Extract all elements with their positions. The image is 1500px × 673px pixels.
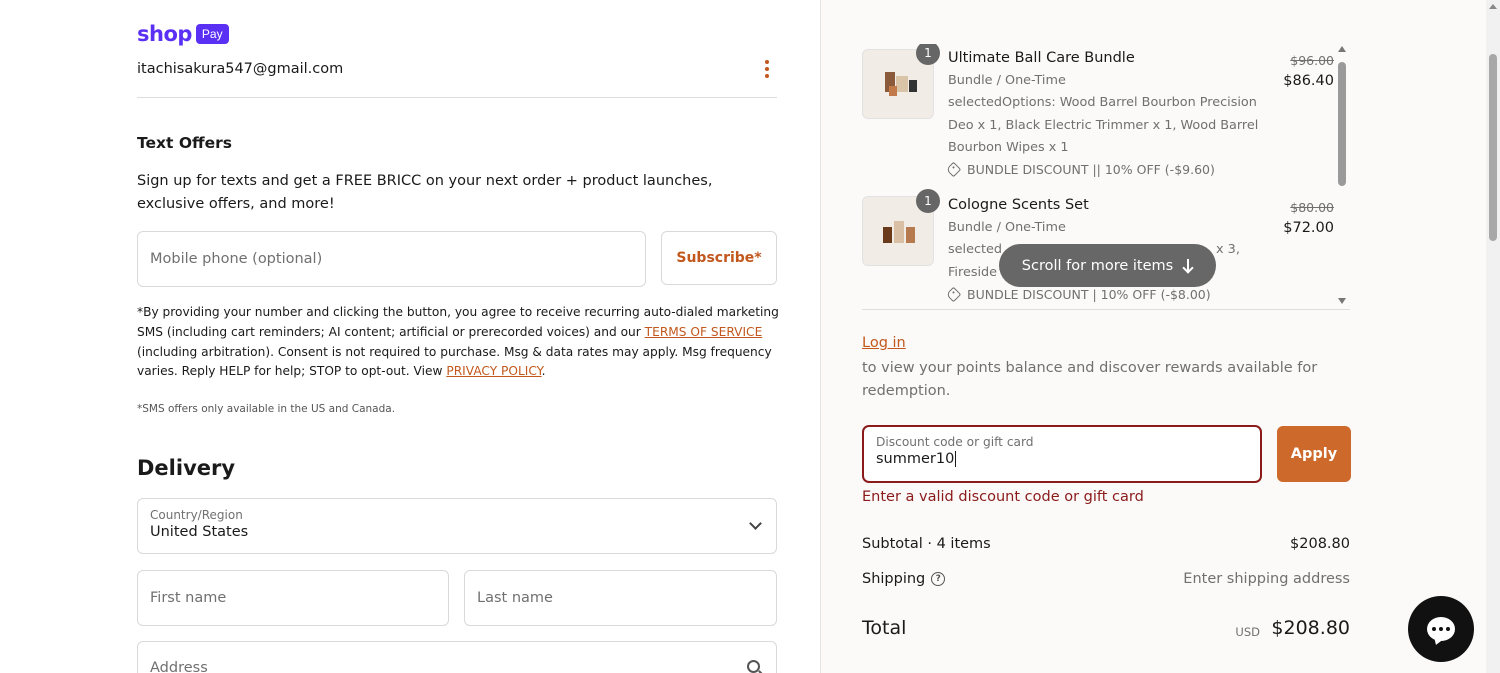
discount-value-text: summer10 [876,451,955,467]
page-scroll-up-arrow[interactable] [1489,4,1497,9]
pay-badge: Pay [195,24,229,44]
text-caret [955,451,957,467]
help-icon[interactable]: ? [931,572,946,586]
subtotal-label: Subtotal · 4 items [862,536,991,552]
legal-text-part3: . [541,364,546,379]
item-discount: BUNDLE DISCOUNT || 10% OFF (-$9.60) [945,161,1215,178]
page-scroll-thumb[interactable] [1489,54,1497,241]
terms-of-service-link[interactable]: TERMS OF SERVICE [645,325,763,339]
shop-pay-logo: shop Pay [137,22,229,46]
quantity-badge: 1 [916,189,940,213]
item-discount: BUNDLE DISCOUNT | 10% OFF (-$8.00) [945,286,1211,303]
mobile-phone-input[interactable]: Mobile phone (optional) [137,231,646,287]
shipping-label-text: Shipping [862,571,926,587]
page-scrollbar[interactable] [1486,0,1500,673]
shipping-label: Shipping ? [862,571,946,587]
total-label: Total [862,617,907,639]
first-name-field[interactable]: First name [137,570,449,626]
country-value: United States [150,524,249,540]
sms-note: *SMS offers only available in the US and… [137,403,396,415]
account-email: itachisakura547@gmail.com [137,61,344,77]
divider [137,97,777,98]
item-original-price: $96.00 [1290,53,1334,68]
chat-widget-button[interactable] [1408,596,1474,662]
subscribe-button[interactable]: Subscribe* [661,231,777,285]
item-variant: Bundle / One-Time [948,220,1066,235]
item-options: selectedOptions: Wood Barrel Bourbon Pre… [948,95,1259,155]
order-summary: 1 Ultimate Ball Care Bundle Bundle / One… [820,0,1486,673]
tag-icon [945,286,962,303]
search-icon [747,660,760,673]
scroll-hint-text: Scroll for more items [1021,257,1174,274]
chat-icon [1427,617,1455,641]
item-discount-text: BUNDLE DISCOUNT | 10% OFF (-$8.00) [967,287,1211,302]
tag-icon [945,161,962,178]
country-label: Country/Region [150,508,243,522]
country-region-select[interactable]: Country/Region United States [137,498,777,554]
item-price: $86.40 [1283,73,1334,89]
cart-scrollbar[interactable] [1336,46,1348,304]
kebab-menu-icon[interactable] [760,58,774,80]
discount-label: Discount code or gift card [876,435,1034,449]
privacy-policy-link[interactable]: PRIVACY POLICY [446,364,541,378]
last-name-field[interactable]: Last name [464,570,777,626]
delivery-heading: Delivery [137,456,236,480]
item-discount-text: BUNDLE DISCOUNT || 10% OFF (-$9.60) [967,162,1215,177]
item-title: Cologne Scents Set [948,197,1089,213]
item-original-price: $80.00 [1290,200,1334,215]
login-link[interactable]: Log in [862,335,906,351]
shipping-value: Enter shipping address [1183,571,1350,587]
scroll-down-arrow[interactable] [1338,298,1346,304]
address-field[interactable]: Address [137,641,777,673]
quantity-badge: 1 [916,44,940,65]
text-offers-heading: Text Offers [137,134,232,152]
shop-logo-word: shop [137,22,192,46]
rewards-description: to view your points balance and discover… [862,360,1318,399]
apply-discount-button[interactable]: Apply [1277,426,1351,482]
checkout-main: shop Pay itachisakura547@gmail.com Text … [0,0,820,673]
subtotal-value: $208.80 [1290,536,1350,552]
item-options-start: selected [948,242,1003,257]
discount-code-input[interactable]: Discount code or gift card summer10 [862,425,1262,483]
scroll-up-arrow[interactable] [1338,46,1346,52]
text-offers-description: Sign up for texts and get a FREE BRICC o… [137,173,713,212]
discount-error-message: Enter a valid discount code or gift card [862,489,1144,505]
total-currency: USD [1235,625,1260,639]
arrow-down-icon [1183,258,1193,273]
scroll-for-more-button[interactable]: Scroll for more items [999,244,1216,287]
sms-legal-text: *By providing your number and clicking t… [137,303,787,382]
item-title: Ultimate Ball Care Bundle [948,50,1135,66]
cart-item: 1 Ultimate Ball Care Bundle Bundle / One… [862,44,1342,184]
discount-value: summer10 [876,451,1248,467]
address-placeholder: Address [150,660,208,673]
scroll-thumb[interactable] [1338,62,1346,186]
item-variant: Bundle / One-Time [948,73,1066,88]
item-price: $72.00 [1283,220,1334,236]
total-value: $208.80 [1271,617,1350,639]
